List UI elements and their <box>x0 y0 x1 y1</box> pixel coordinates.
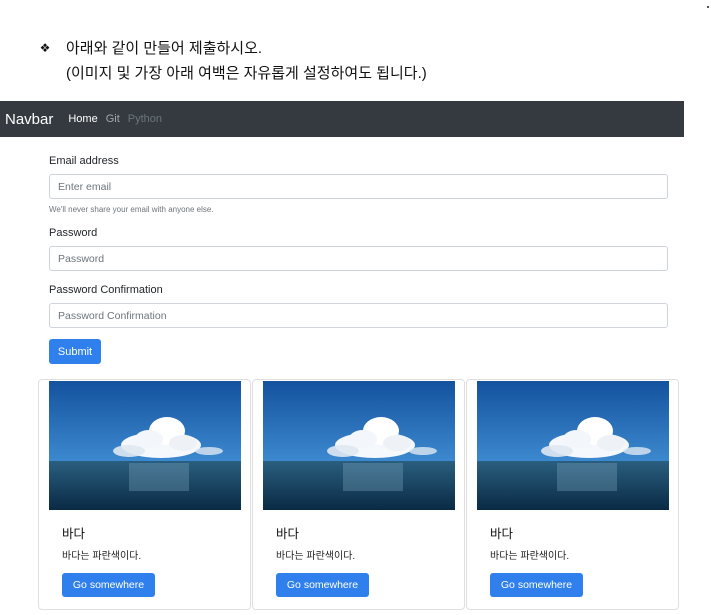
password-input[interactable] <box>49 246 668 271</box>
go-somewhere-button[interactable]: Go somewhere <box>490 573 583 597</box>
password-label: Password <box>49 227 98 239</box>
password-confirmation-input[interactable] <box>49 303 668 328</box>
card-text: 바다는 파란색이다. <box>62 551 142 562</box>
card: 바다 바다는 파란색이다. Go somewhere <box>466 379 679 610</box>
instruction-line-2: (이미지 및 가장 아래 여백은 자유롭게 설정하여도 됩니다.) <box>66 65 427 82</box>
card: 바다 바다는 파란색이다. Go somewhere <box>252 379 465 610</box>
card-text: 바다는 파란색이다. <box>276 551 356 562</box>
submit-button[interactable]: Submit <box>49 339 101 364</box>
navbar-brand[interactable]: Navbar <box>5 111 53 128</box>
card-title: 바다 <box>490 527 514 541</box>
go-somewhere-button[interactable]: Go somewhere <box>276 573 369 597</box>
go-somewhere-button[interactable]: Go somewhere <box>62 573 155 597</box>
email-help-text: We'll never share your email with anyone… <box>49 205 214 214</box>
card-title: 바다 <box>276 527 300 541</box>
card-group: 바다 바다는 파란색이다. Go somewhere 바다 바다는 파란색이다.… <box>38 379 679 610</box>
card: 바다 바다는 파란색이다. Go somewhere <box>38 379 251 610</box>
email-label: Email address <box>49 155 119 167</box>
card-text: 바다는 파란색이다. <box>490 551 570 562</box>
corner-mark <box>707 6 709 8</box>
email-input[interactable] <box>49 174 668 199</box>
nav-link-python: Python <box>127 113 163 125</box>
password-confirmation-label: Password Confirmation <box>49 284 163 296</box>
ocean-clouds-image <box>263 381 455 510</box>
card-title: 바다 <box>62 527 86 541</box>
navbar: Navbar Home Git Python <box>0 101 684 137</box>
ocean-clouds-image <box>49 381 241 510</box>
ocean-clouds-image <box>477 381 669 510</box>
nav-link-git[interactable]: Git <box>106 113 120 125</box>
nav-link-home[interactable]: Home <box>68 113 97 125</box>
diamond-bullet-icon: ❖ <box>39 41 51 55</box>
assignment-instructions: ❖ 아래와 같이 만들어 제출하시오. (이미지 및 가장 아래 여백은 자유롭… <box>38 36 427 86</box>
instruction-line-1: 아래와 같이 만들어 제출하시오. <box>66 40 263 57</box>
